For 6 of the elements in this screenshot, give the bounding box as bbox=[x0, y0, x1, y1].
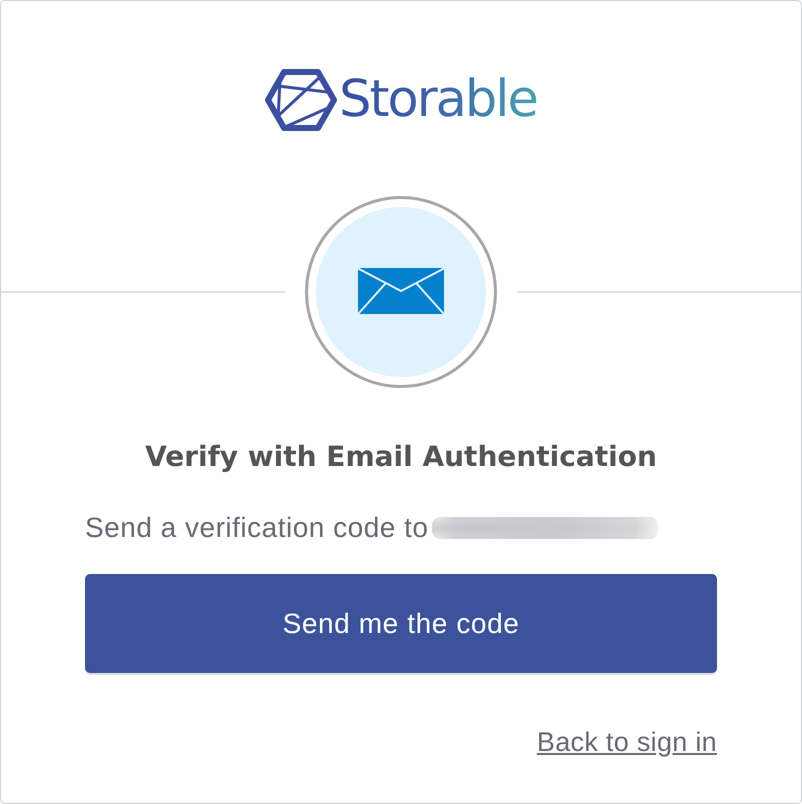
instruction-text: Send a verification code to bbox=[85, 513, 428, 543]
back-to-sign-in-link[interactable]: Back to sign in bbox=[536, 727, 717, 757]
page-title: Verify with Email Authentication bbox=[144, 441, 658, 473]
envelope-icon bbox=[305, 196, 497, 388]
send-code-button[interactable]: Send me the code bbox=[85, 574, 717, 673]
hexagon-logo-icon bbox=[265, 68, 338, 132]
